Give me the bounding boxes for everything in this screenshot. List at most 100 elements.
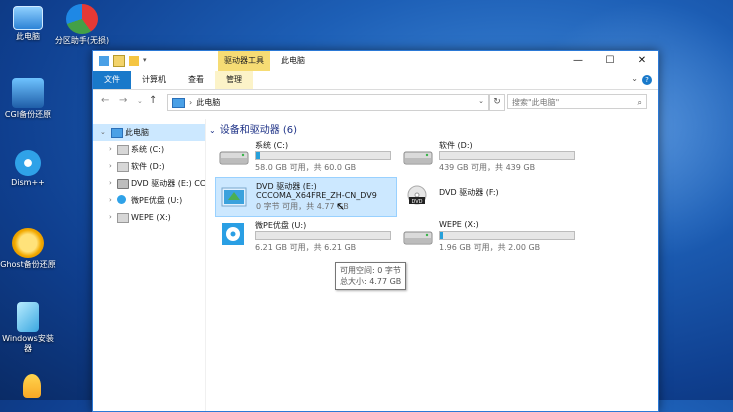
drive-usage-fill [440, 232, 443, 239]
context-tab-drive-tools: 驱动器工具 [218, 51, 270, 71]
drive-name: 软件 (D:) [439, 141, 473, 150]
search-input[interactable]: 搜索"此电脑" ⌕ [507, 94, 647, 109]
refresh-button[interactable]: ↻ [489, 94, 505, 111]
address-dropdown-icon[interactable]: ⌄ [478, 97, 484, 105]
desktop-icon-label: 分区助手(无损) [54, 36, 110, 45]
recent-locations-icon[interactable]: ⌄ [137, 97, 143, 105]
search-icon: ⌕ [637, 98, 642, 107]
title-bar[interactable]: ▾ 驱动器工具 此电脑 — ☐ ✕ [93, 51, 658, 71]
ghost-icon [12, 228, 44, 258]
sidebar-item-drive-x[interactable]: › WEPE (X:) [93, 209, 205, 226]
desktop-icon-cgi[interactable]: CGI备份还原 [0, 78, 56, 120]
desktop-icon-label: CGI备份还原 [4, 110, 52, 119]
sidebar-item-drive-d[interactable]: › 软件 (D:) [93, 158, 205, 175]
quick-access-toolbar: ▾ [99, 55, 149, 67]
drive-usage-bar [439, 231, 575, 240]
desktop-icon-ghost[interactable]: Ghost备份还原 [0, 228, 56, 270]
drive-size: 0 字节 可用，共 4.77 GB [256, 202, 349, 211]
sidebar-item-label: WEPE (X:) [131, 213, 171, 222]
tooltip-free-space: 可用空间: 0 字节 [340, 266, 401, 275]
address-row: ← → ⌄ ↑ › 此电脑 ⌄ ↻ 搜索"此电脑" ⌕ [93, 90, 658, 114]
computer-icon [13, 6, 43, 30]
collapse-group-icon[interactable]: ⌄ [209, 126, 216, 135]
cgi-backup-icon [12, 78, 44, 108]
hard-drive-icon [403, 151, 433, 165]
desktop-icon-this-pc[interactable]: 此电脑 [0, 4, 56, 42]
windows-installer-icon [17, 302, 39, 332]
expand-arrow-icon[interactable]: › [109, 141, 112, 158]
hard-drive-icon [117, 213, 129, 223]
tab-file[interactable]: 文件 [93, 71, 131, 89]
maximize-button[interactable]: ☐ [594, 51, 626, 71]
sidebar-item-drive-u[interactable]: › 微PE优盘 (U:) [93, 192, 205, 209]
expand-ribbon-icon[interactable]: ⌄ [631, 74, 638, 83]
breadcrumb-separator-icon: › [189, 98, 193, 107]
drive-size: 58.0 GB 可用，共 60.0 GB [255, 163, 357, 172]
expand-arrow-icon[interactable]: › [109, 175, 112, 192]
mouse-cursor-icon: ↖ [336, 200, 346, 213]
sidebar-item-label: 系统 (C:) [131, 145, 165, 154]
tab-view[interactable]: 查看 [177, 71, 215, 89]
hard-drive-icon [219, 151, 249, 165]
desktop-icon-label: 此电脑 [16, 32, 40, 41]
expand-arrow-icon[interactable]: › [109, 209, 112, 226]
explorer-window: ▾ 驱动器工具 此电脑 — ☐ ✕ 文件 计算机 查看 管理 ⌄ ? ← → ⌄… [92, 50, 659, 412]
sidebar-item-label: 微PE优盘 (U:) [131, 196, 183, 205]
back-button[interactable]: ← [101, 95, 109, 106]
desktop-icon-partition-assistant[interactable]: 分区助手(无损) [54, 4, 110, 46]
dism-gear-icon [15, 150, 41, 176]
dvd-disc-icon [221, 187, 247, 207]
computer-icon [111, 128, 123, 138]
drive-tile-c[interactable]: 系统 (C:) 58.0 GB 可用，共 60.0 GB [215, 137, 395, 175]
drive-tile-f[interactable]: DVD DVD 驱动器 (F:) [399, 177, 579, 215]
drive-tile-x[interactable]: WEPE (X:) 1.96 GB 可用，共 2.00 GB [399, 217, 579, 255]
dvd-drive-icon: DVD [407, 185, 427, 205]
hard-drive-icon [117, 145, 129, 155]
tooltip-total-size: 总大小: 4.77 GB [340, 277, 402, 286]
properties-icon[interactable] [113, 55, 125, 67]
key-icon [23, 374, 41, 398]
up-button[interactable]: ↑ [149, 95, 157, 106]
desktop-icon-key[interactable] [4, 374, 60, 400]
drive-name: DVD 驱动器 (F:) [439, 188, 499, 197]
hard-drive-icon [117, 162, 129, 172]
sidebar-item-this-pc[interactable]: ⌄ 此电脑 [93, 124, 205, 141]
partition-assistant-icon [66, 4, 98, 34]
sidebar-item-label: 此电脑 [125, 128, 149, 137]
ribbon-tabs: 文件 计算机 查看 管理 ⌄ ? [93, 71, 658, 90]
tab-computer[interactable]: 计算机 [131, 71, 177, 89]
breadcrumb-this-pc[interactable]: 此电脑 [196, 97, 220, 108]
tab-manage[interactable]: 管理 [215, 71, 253, 89]
drive-tile-e[interactable]: DVD 驱动器 (E:) CCCOMA_X64FRE_ZH-CN_DV9 0 字… [215, 177, 397, 217]
expand-arrow-icon[interactable]: › [109, 158, 112, 175]
forward-button[interactable]: → [119, 95, 127, 106]
drive-name: WEPE (X:) [439, 220, 479, 229]
drive-name: 系统 (C:) [255, 141, 289, 150]
content-pane: ⌄ 设备和驱动器 (6) 系统 (C:) 58.0 GB 可用，共 60.0 GB… [207, 119, 657, 411]
usb-drive-icon [117, 195, 126, 204]
drive-tile-d[interactable]: 软件 (D:) 439 GB 可用，共 439 GB [399, 137, 579, 175]
search-placeholder: 搜索"此电脑" [512, 98, 560, 107]
expand-arrow-icon[interactable]: ⌄ [100, 124, 106, 141]
customize-toolbar-icon[interactable]: ▾ [143, 56, 149, 66]
group-header-devices[interactable]: ⌄ 设备和驱动器 (6) [209, 121, 297, 136]
close-button[interactable]: ✕ [626, 51, 658, 71]
svg-text:DVD: DVD [411, 199, 422, 205]
drive-usage-bar [255, 231, 391, 240]
drive-name: 微PE优盘 (U:) [255, 221, 307, 230]
window-title: 此电脑 [281, 56, 305, 65]
new-folder-icon[interactable] [129, 56, 139, 66]
sidebar-item-drive-c[interactable]: › 系统 (C:) [93, 141, 205, 158]
expand-arrow-icon[interactable]: › [109, 192, 112, 209]
group-title: 设备和驱动器 (6) [219, 125, 298, 136]
minimize-button[interactable]: — [562, 51, 594, 71]
drive-tile-u[interactable]: 微PE优盘 (U:) 6.21 GB 可用，共 6.21 GB [215, 217, 395, 255]
sidebar-item-label: DVD 驱动器 (E:) CC [131, 179, 205, 188]
address-bar[interactable]: › 此电脑 ⌄ [167, 94, 489, 111]
desktop-icon-windows-installer[interactable]: Windows安装器 [0, 302, 56, 354]
navigation-pane: ⌄ 此电脑 › 系统 (C:) › 软件 (D:) › DVD 驱动器 (E:)… [93, 119, 206, 411]
sidebar-item-drive-e[interactable]: › DVD 驱动器 (E:) CC [93, 175, 205, 192]
desktop-icon-dism[interactable]: Dism++ [0, 150, 56, 188]
drive-tooltip: 可用空间: 0 字节 总大小: 4.77 GB [335, 262, 407, 290]
help-icon[interactable]: ? [642, 75, 652, 85]
